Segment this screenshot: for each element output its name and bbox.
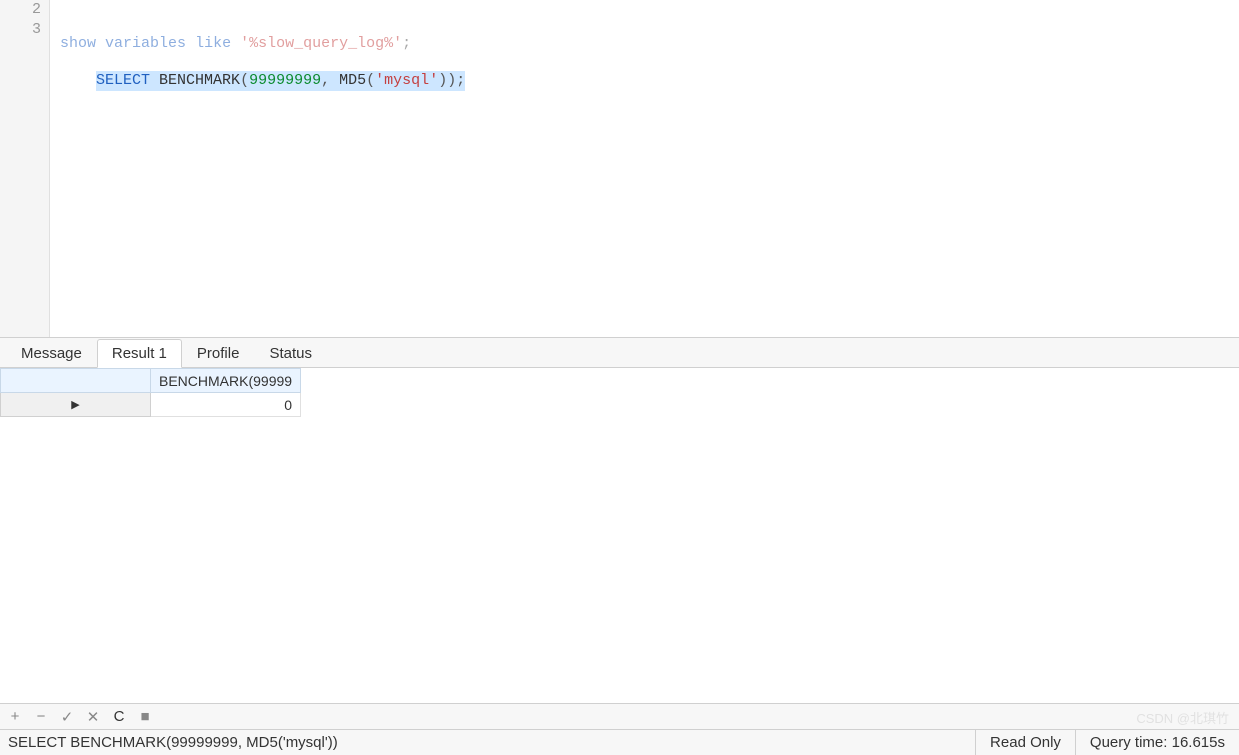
cancel-icon[interactable]: ✕ bbox=[84, 708, 102, 726]
row-indicator-header[interactable] bbox=[1, 369, 151, 393]
line-number-gutter: 2 3 bbox=[0, 0, 50, 337]
row-indicator-icon: ▶ bbox=[1, 393, 151, 417]
results-pane[interactable]: BENCHMARK(99999 ▶ 0 bbox=[0, 368, 1239, 703]
result-toolbar: + − ✓ ✕ C ■ bbox=[0, 703, 1239, 729]
results-tabs-bar: Message Result 1 Profile Status bbox=[0, 338, 1239, 368]
line-number: 3 bbox=[0, 20, 41, 40]
remove-row-icon[interactable]: − bbox=[32, 708, 50, 725]
result-table: BENCHMARK(99999 ▶ 0 bbox=[0, 368, 301, 417]
apply-icon[interactable]: ✓ bbox=[58, 708, 76, 726]
result-cell[interactable]: 0 bbox=[151, 393, 301, 417]
tab-status[interactable]: Status bbox=[254, 339, 327, 368]
status-bar: SELECT BENCHMARK(99999999, MD5('mysql'))… bbox=[0, 729, 1239, 755]
status-query-text: SELECT BENCHMARK(99999999, MD5('mysql')) bbox=[0, 734, 975, 751]
line-number: 2 bbox=[0, 0, 41, 20]
code-line[interactable]: show variables like '%slow_query_log%'; bbox=[60, 34, 1239, 54]
table-header-row: BENCHMARK(99999 bbox=[1, 369, 301, 393]
sql-editor-pane: 2 3 show variables like '%slow_query_log… bbox=[0, 0, 1239, 338]
status-query-time: Query time: 16.615s bbox=[1075, 730, 1239, 755]
status-readonly: Read Only bbox=[975, 730, 1075, 755]
code-line-selected[interactable]: SELECT BENCHMARK(99999999, MD5('mysql'))… bbox=[96, 71, 465, 91]
stop-icon[interactable]: ■ bbox=[136, 708, 154, 725]
table-row[interactable]: ▶ 0 bbox=[1, 393, 301, 417]
tab-result-1[interactable]: Result 1 bbox=[97, 339, 182, 368]
add-row-icon[interactable]: + bbox=[6, 708, 24, 725]
refresh-icon[interactable]: C bbox=[110, 708, 128, 725]
sql-code-area[interactable]: show variables like '%slow_query_log%'; … bbox=[50, 0, 1239, 337]
tab-profile[interactable]: Profile bbox=[182, 339, 255, 368]
column-header[interactable]: BENCHMARK(99999 bbox=[151, 369, 301, 393]
tab-message[interactable]: Message bbox=[6, 339, 97, 368]
